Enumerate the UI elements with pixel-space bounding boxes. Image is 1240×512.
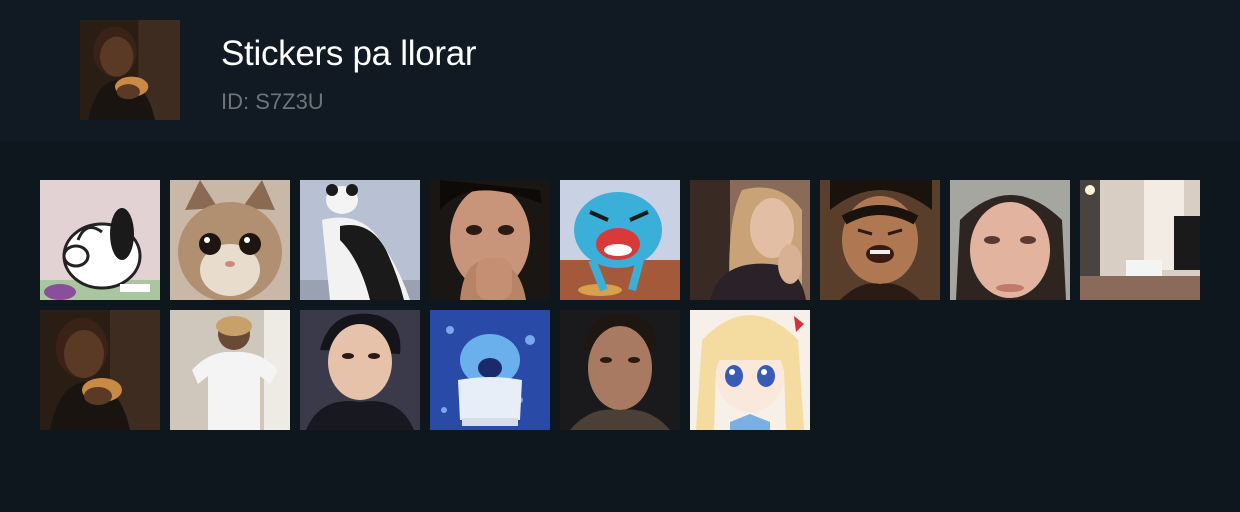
sticker-man-covering-mouth[interactable] xyxy=(430,180,550,300)
sticker-woman-teary-eyes[interactable] xyxy=(950,180,1070,300)
sticker-sad-panda[interactable] xyxy=(300,180,420,300)
sticker-crying-kitten[interactable] xyxy=(170,180,290,300)
sticker-man-sad-stare[interactable] xyxy=(560,310,680,430)
pack-id: ID: S7Z3U xyxy=(221,89,324,114)
pack-title: Stickers pa llorar xyxy=(221,34,477,73)
sticker-woman-sad-selfie[interactable] xyxy=(690,180,810,300)
pack-header: Stickers pa llorar ID: S7Z3U xyxy=(0,0,1240,141)
sticker-anime-girl-teary[interactable] xyxy=(690,310,810,430)
sticker-girl-crying[interactable] xyxy=(820,180,940,300)
sticker-empty-room[interactable] xyxy=(1080,180,1200,300)
sticker-gumball-crying[interactable] xyxy=(560,180,680,300)
sticker-sadness-crying[interactable] xyxy=(430,310,550,430)
pack-cover-image xyxy=(80,20,180,120)
sticker-snoopy-crying[interactable] xyxy=(40,180,160,300)
sticker-crying-toddler-eating[interactable] xyxy=(40,310,160,430)
sticker-man-teary[interactable] xyxy=(300,310,420,430)
sticker-person-white-shirt[interactable] xyxy=(170,310,290,430)
